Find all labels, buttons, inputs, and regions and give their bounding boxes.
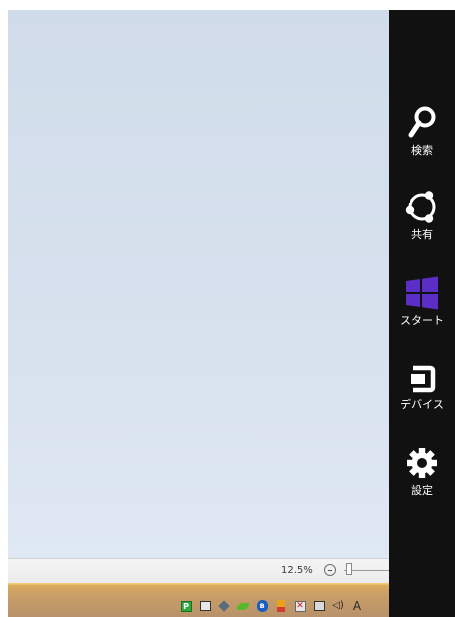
charms-bar: 検索 共有 スタート デバイス 設定 bbox=[389, 10, 455, 617]
nvidia-icon[interactable] bbox=[235, 599, 251, 613]
charm-search[interactable]: 検索 bbox=[389, 106, 455, 157]
charm-search-label: 検索 bbox=[411, 144, 433, 157]
zoom-slider-thumb[interactable] bbox=[346, 563, 353, 575]
share-icon bbox=[405, 191, 436, 223]
system-tray: P ʙ ✕ ◁) A bbox=[178, 598, 368, 614]
devices-icon bbox=[411, 365, 436, 393]
bluetooth-icon[interactable]: ʙ bbox=[254, 599, 270, 613]
flag-icon[interactable] bbox=[273, 599, 289, 613]
monitor-icon[interactable] bbox=[311, 599, 327, 613]
document-canvas[interactable] bbox=[8, 10, 389, 558]
charm-settings[interactable]: 設定 bbox=[389, 446, 455, 497]
charm-devices[interactable]: デバイス bbox=[389, 364, 455, 411]
action-center-icon[interactable]: ✕ bbox=[292, 599, 308, 613]
charm-start-label: スタート bbox=[400, 314, 444, 327]
window-frame: 12.5% P ʙ ✕ ◁) A 検索 共有 スタート デバイス 設定 bbox=[0, 0, 455, 617]
windows-logo-icon bbox=[406, 276, 438, 310]
status-bar: 12.5% bbox=[8, 558, 389, 583]
ime-icon[interactable]: A bbox=[349, 599, 365, 613]
speaker-icon[interactable]: ◁) bbox=[330, 599, 346, 613]
green-app-icon[interactable]: P bbox=[178, 599, 194, 613]
search-icon bbox=[408, 106, 436, 138]
charm-start[interactable]: スタート bbox=[389, 276, 455, 327]
charm-settings-label: 設定 bbox=[411, 484, 433, 497]
charm-devices-label: デバイス bbox=[400, 398, 444, 411]
gear-icon bbox=[407, 448, 437, 478]
network-icon[interactable] bbox=[197, 599, 213, 613]
charm-share[interactable]: 共有 bbox=[389, 190, 455, 241]
zoom-level-label: 12.5% bbox=[281, 565, 313, 576]
charm-share-label: 共有 bbox=[411, 228, 433, 241]
diamond-app-icon[interactable] bbox=[216, 599, 232, 613]
zoom-out-button[interactable] bbox=[324, 564, 336, 576]
taskbar: P ʙ ✕ ◁) A bbox=[8, 583, 389, 617]
